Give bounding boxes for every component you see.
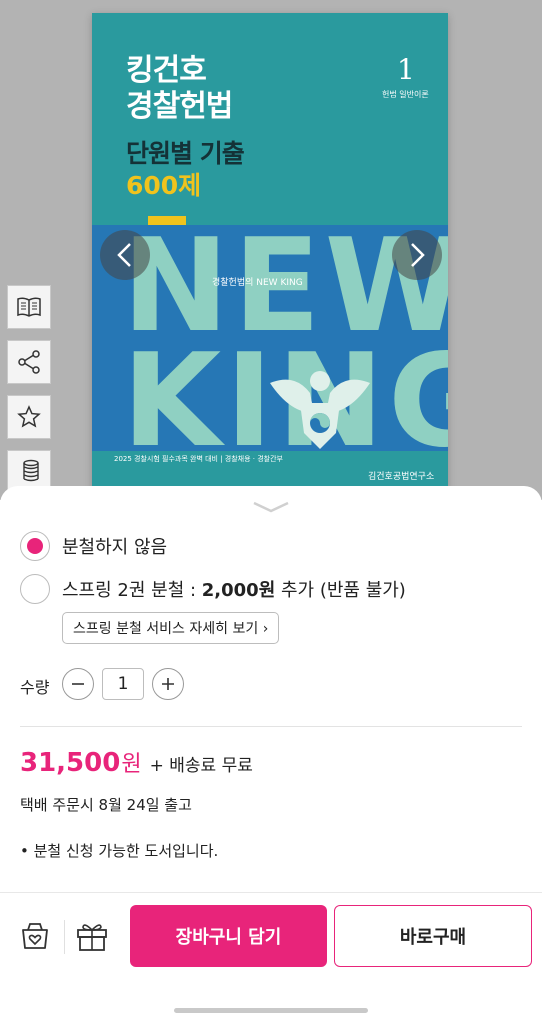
quantity-label: 수량 [20,678,50,697]
option-no-split[interactable]: 분철하지 않음 [20,531,167,561]
price-currency: 원 [121,752,142,777]
divider [20,726,522,727]
option-split-label: 스프링 2권 분철 : 2,000원 추가 (반품 불가) [62,580,406,601]
quantity-plus-button[interactable] [152,668,184,700]
quantity-input[interactable]: 1 [102,668,144,700]
option-no-split-label: 분철하지 않음 [62,537,168,558]
share-icon [18,350,40,374]
price-summary: 31,500 원 + 배송료 무료 [20,746,253,778]
wishlist-star-button[interactable] [7,395,51,439]
cover-tagline: 경찰헌법의 NEW KING [212,278,303,288]
collapse-chevron-icon[interactable] [252,500,290,514]
police-emblem-icon [270,371,370,449]
gift-icon [77,924,107,951]
release-date: 택배 주문시 8월 24일 출고 [20,796,192,814]
cover-volume: 1 [397,53,415,86]
price-amount: 31,500 [20,748,121,778]
cover-subtitle: 단원별 기출 [126,139,245,168]
carousel-prev-button[interactable] [100,230,150,280]
icon-separator [64,920,65,954]
carousel-next-button[interactable] [392,230,442,280]
split-price: 2,000원 [201,580,276,601]
action-bar-divider [0,892,542,893]
cover-volume-sub: 헌법 일반이론 [382,90,429,99]
home-indicator [174,1008,368,1013]
preview-book-button[interactable] [7,285,51,329]
heart-bag-icon [22,923,48,949]
chevron-right-icon [411,243,425,267]
split-service-detail-link[interactable]: 스프링 분철 서비스 자세히 보기 › [62,612,280,644]
cover-publisher: 김건호공법연구소 [368,472,435,482]
radio-selected[interactable] [20,531,50,561]
cover-title-line2: 경찰헌법 [126,89,233,124]
chevron-left-icon [117,243,131,267]
star-icon [17,405,41,428]
option-spring-split[interactable]: 스프링 2권 분철 : 2,000원 추가 (반품 불가) [20,574,406,604]
buy-now-button[interactable]: 바로구매 [334,905,532,967]
quantity-minus-button[interactable] [62,668,94,700]
split-note: • 분철 신청 가능한 도서입니다. [20,842,219,860]
cover-title-line1: 킹건호 [126,53,207,88]
cover-footer: 2025 경찰시험 필수과목 완벽 대비 | 경찰채용 · 경찰간부 [114,455,283,463]
wishlist-button[interactable] [17,918,53,954]
shipping-fee: + 배송료 무료 [149,756,253,776]
minus-icon [72,683,84,685]
cover-count: 600제 [126,171,202,200]
radio-unselected[interactable] [20,574,50,604]
gift-button[interactable] [74,918,110,954]
book-icon [17,297,41,317]
add-to-cart-button[interactable]: 장바구니 담기 [130,905,327,967]
share-button[interactable] [7,340,51,384]
plus-icon [162,678,174,690]
coins-icon [23,459,39,482]
